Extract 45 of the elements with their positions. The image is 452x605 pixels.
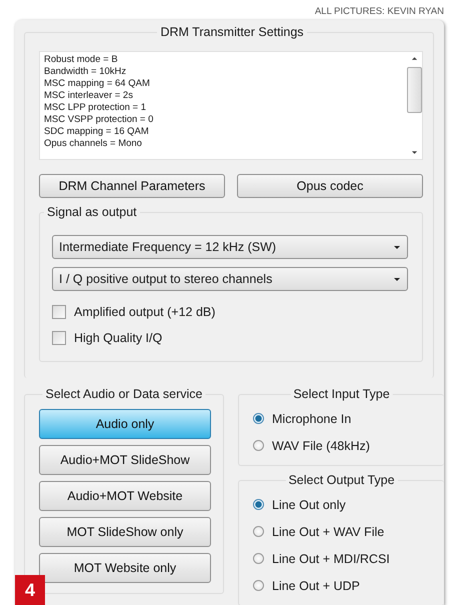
radio-button[interactable] [253, 580, 264, 591]
radio-label: Microphone In [272, 412, 352, 426]
dialog-button[interactable]: Opus codec [237, 174, 423, 198]
window-title: DRM Transmitter Settings [157, 25, 307, 39]
settings-line: MSC interleaver = 2s [44, 90, 134, 102]
service-button[interactable]: Audio+MOT Website [39, 481, 211, 511]
dropdown[interactable]: Intermediate Frequency = 12 kHz (SW) [52, 235, 408, 259]
scroll-down-icon[interactable] [410, 150, 418, 155]
service-button[interactable]: MOT Website only [39, 553, 211, 583]
group-title: Signal as output [44, 205, 140, 219]
scroll-thumb[interactable] [406, 67, 422, 113]
caret-icon [393, 276, 401, 282]
radio-button[interactable] [253, 526, 264, 537]
checkbox-label: High Quality I/Q [74, 331, 162, 345]
radio-label: WAV File (48kHz) [272, 438, 370, 452]
radio-button[interactable] [253, 499, 264, 510]
radio-button[interactable] [253, 553, 264, 564]
scroll-up-icon[interactable] [410, 56, 418, 61]
group-title: Select Input Type [290, 387, 393, 401]
settings-line: MSC mapping = 64 QAM [44, 78, 151, 90]
radio-button[interactable] [253, 413, 264, 424]
radio-label: Line Out + WAV File [272, 524, 384, 538]
dropdown[interactable]: I / Q positive output to stereo channels [52, 267, 408, 291]
checkbox[interactable] [52, 305, 66, 319]
settings-line: MSC LPP protection = 1 [44, 102, 148, 114]
radio-label: Line Out + MDI/RCSI [272, 552, 390, 566]
settings-line: Opus channels = Mono [44, 138, 143, 150]
service-button[interactable]: Audio only [39, 409, 211, 439]
settings-line: MSC VSPP protection = 0 [44, 114, 154, 126]
radio-button[interactable] [253, 440, 264, 451]
figure-number: 4 [15, 575, 45, 605]
checkbox-label: Amplified output (+12 dB) [74, 305, 216, 319]
settings-line: SDC mapping = 16 QAM [44, 126, 150, 138]
settings-line: Bandwidth = 10kHz [44, 66, 128, 78]
group-title: Select Audio or Data service [42, 387, 206, 401]
radio-label: Line Out only [272, 498, 346, 512]
caret-icon [393, 244, 401, 250]
dialog-button[interactable]: DRM Channel Parameters [39, 174, 225, 198]
radio-label: Line Out + UDP [272, 578, 360, 592]
checkbox[interactable] [52, 331, 66, 345]
photo-credit: ALL PICTURES: KEVIN RYAN [314, 5, 445, 19]
group-title: Select Output Type [285, 473, 398, 487]
settings-line: Robust mode = B [44, 54, 119, 66]
service-button[interactable]: Audio+MOT SlideShow [39, 445, 211, 475]
service-button[interactable]: MOT SlideShow only [39, 517, 211, 547]
